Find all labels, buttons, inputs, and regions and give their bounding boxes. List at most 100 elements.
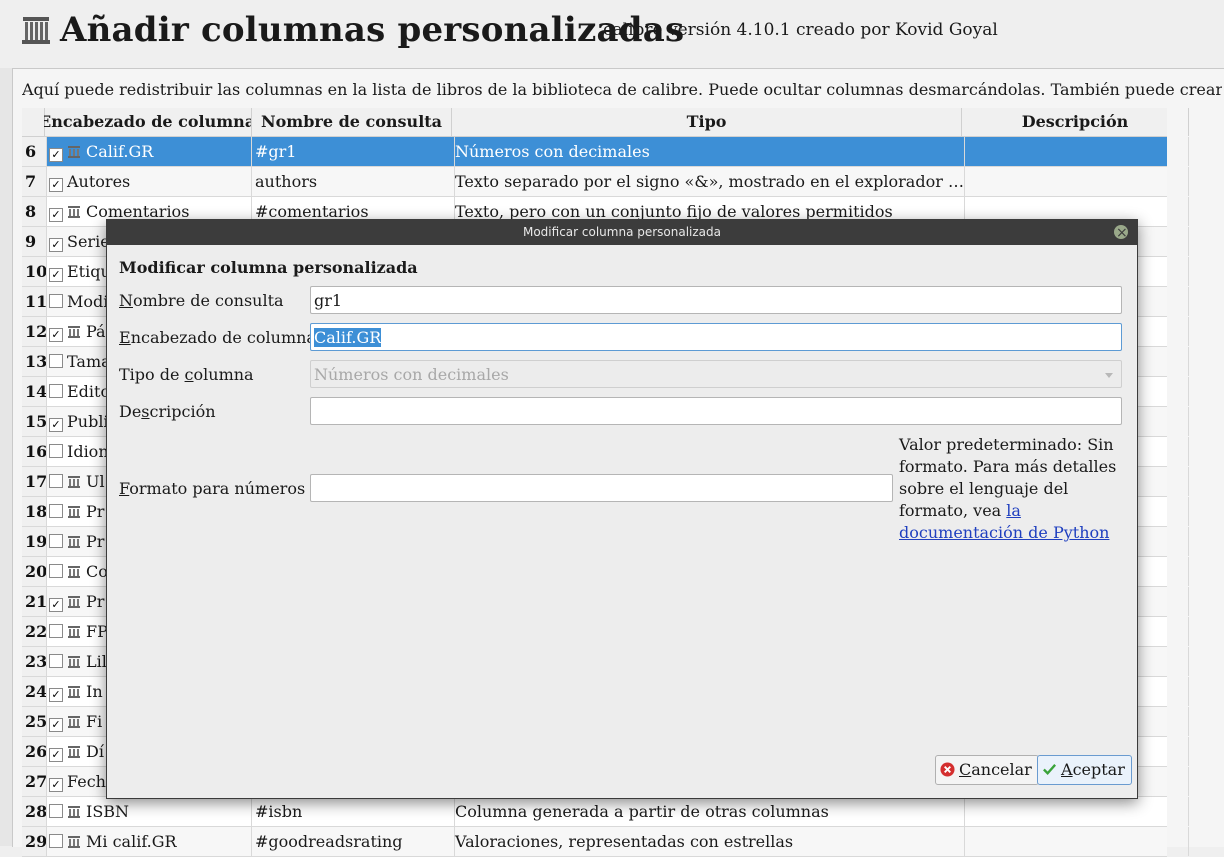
visibility-checkbox[interactable]: ✓ — [49, 268, 63, 282]
heading-text: ISBN — [86, 802, 130, 821]
header-type[interactable]: Tipo — [452, 108, 962, 136]
cell-heading[interactable]: ✓ Calif.GR — [44, 137, 252, 166]
table-row[interactable]: 28 ISBN #isbn Columna generada a partir de … — [22, 797, 1189, 827]
heading-text: Etiqu — [67, 262, 111, 281]
cell-query: authors — [252, 167, 455, 196]
heading-text: Dí — [86, 742, 104, 761]
heading-text: FP — [86, 622, 108, 641]
table-row[interactable]: 6 ✓ Calif.GR #gr1 Números con decimales — [22, 137, 1189, 167]
check-icon — [1043, 764, 1057, 775]
custom-column-icon — [67, 619, 81, 638]
query-name-input[interactable]: gr1 — [310, 286, 1122, 314]
visibility-checkbox[interactable] — [49, 354, 63, 368]
heading-text: Autores — [67, 172, 131, 191]
heading-text: Calif.GR — [86, 142, 154, 161]
column-icon — [22, 17, 50, 44]
cell-query: #goodreadsrating — [252, 827, 455, 856]
heading-text: Pá — [86, 322, 106, 341]
header: Añadir columnas personalizadas calibre v… — [0, 0, 1224, 68]
heading-text: Tama — [67, 352, 111, 371]
cancel-icon — [940, 762, 955, 777]
visibility-checkbox[interactable]: ✓ — [49, 148, 63, 162]
visibility-checkbox[interactable]: ✓ — [49, 718, 63, 732]
custom-column-icon — [67, 559, 81, 578]
visibility-checkbox[interactable] — [49, 624, 63, 638]
column-type-label: Tipo de columna — [119, 365, 254, 384]
info-text: Aquí puede redistribuir las columnas en … — [22, 80, 1222, 99]
heading-text: Ul — [86, 472, 105, 491]
visibility-checkbox[interactable]: ✓ — [49, 598, 63, 612]
dialog-titlebar: Modificar columna personalizada — [107, 220, 1137, 246]
custom-column-icon — [67, 739, 81, 758]
column-heading-input[interactable]: Calif.GR — [310, 323, 1122, 351]
description-label: Descripción — [119, 402, 216, 421]
visibility-checkbox[interactable] — [49, 384, 63, 398]
header-description[interactable]: Descripción — [962, 108, 1189, 136]
heading-text: Modi — [67, 292, 109, 311]
selected-text: Calif.GR — [314, 328, 382, 347]
visibility-checkbox[interactable]: ✓ — [49, 328, 63, 342]
visibility-checkbox[interactable] — [49, 294, 63, 308]
heading-text: Serie — [67, 232, 110, 251]
heading-text: Co — [86, 562, 108, 581]
number-format-input[interactable] — [310, 474, 893, 502]
heading-text: Pr — [86, 502, 105, 521]
custom-column-icon — [67, 319, 81, 338]
heading-text: Pr — [86, 592, 105, 611]
custom-column-icon — [67, 709, 81, 728]
custom-column-icon — [67, 829, 81, 848]
table-row[interactable]: 7 ✓ Autores authors Texto separado por el si… — [22, 167, 1189, 197]
heading-text: Fi — [86, 712, 103, 731]
visibility-checkbox[interactable] — [49, 534, 63, 548]
table-header: Encabezado de columna Nombre de consulta… — [22, 108, 1189, 137]
visibility-checkbox[interactable]: ✓ — [49, 418, 63, 432]
cell-heading[interactable]: ISBN — [44, 797, 252, 826]
visibility-checkbox[interactable] — [49, 474, 63, 488]
header-query-name[interactable]: Nombre de consulta — [252, 108, 452, 136]
cell-heading[interactable]: Mi calif.GR — [44, 827, 252, 856]
visibility-checkbox[interactable] — [49, 804, 63, 818]
custom-column-icon — [67, 589, 81, 608]
left-edge — [0, 0, 12, 846]
cell-heading[interactable]: ✓ Autores — [44, 167, 252, 196]
cell-description — [962, 167, 1189, 196]
custom-column-icon — [67, 679, 81, 698]
table-row[interactable]: 29 Mi calif.GR #goodreadsrating Valoracione… — [22, 827, 1189, 857]
cell-type: Texto separado por el signo «&», mostrad… — [452, 167, 965, 196]
custom-column-icon — [67, 499, 81, 518]
cell-description — [962, 137, 1189, 166]
column-type-select[interactable]: Números con decimales — [310, 360, 1122, 388]
heading-text: In — [86, 682, 103, 701]
heading-text: Idion — [67, 442, 109, 461]
custom-column-icon — [67, 469, 81, 488]
cell-description — [962, 827, 1189, 856]
visibility-checkbox[interactable] — [49, 444, 63, 458]
visibility-checkbox[interactable]: ✓ — [49, 208, 63, 222]
visibility-checkbox[interactable]: ✓ — [49, 778, 63, 792]
custom-column-icon — [67, 799, 81, 818]
cell-query: #gr1 — [252, 137, 455, 166]
cancel-button[interactable]: Cancelar — [935, 755, 1039, 785]
visibility-checkbox[interactable] — [49, 654, 63, 668]
heading-text: Edito — [67, 382, 111, 401]
close-icon[interactable] — [1114, 221, 1128, 246]
custom-column-icon — [67, 649, 81, 668]
cell-type: Números con decimales — [452, 137, 965, 166]
visibility-checkbox[interactable] — [49, 564, 63, 578]
cell-description — [962, 797, 1189, 826]
custom-column-icon — [67, 199, 81, 218]
visibility-checkbox[interactable]: ✓ — [49, 238, 63, 252]
visibility-checkbox[interactable]: ✓ — [49, 178, 63, 192]
header-column-heading[interactable]: Encabezado de columna — [44, 108, 252, 136]
description-input[interactable] — [310, 397, 1122, 425]
custom-column-icon — [67, 529, 81, 548]
visibility-checkbox[interactable]: ✓ — [49, 688, 63, 702]
visibility-checkbox[interactable]: ✓ — [49, 748, 63, 762]
visibility-checkbox[interactable] — [49, 504, 63, 518]
dialog-heading: Modificar columna personalizada — [119, 258, 418, 277]
custom-column-icon — [67, 139, 81, 158]
ok-button[interactable]: Aceptar — [1037, 755, 1132, 785]
chevron-down-icon — [1105, 373, 1113, 378]
version-label: calibre versión 4.10.1 creado por Kovid … — [603, 20, 998, 40]
edit-column-dialog: Modificar columna personalizada Modifica… — [106, 219, 1138, 799]
